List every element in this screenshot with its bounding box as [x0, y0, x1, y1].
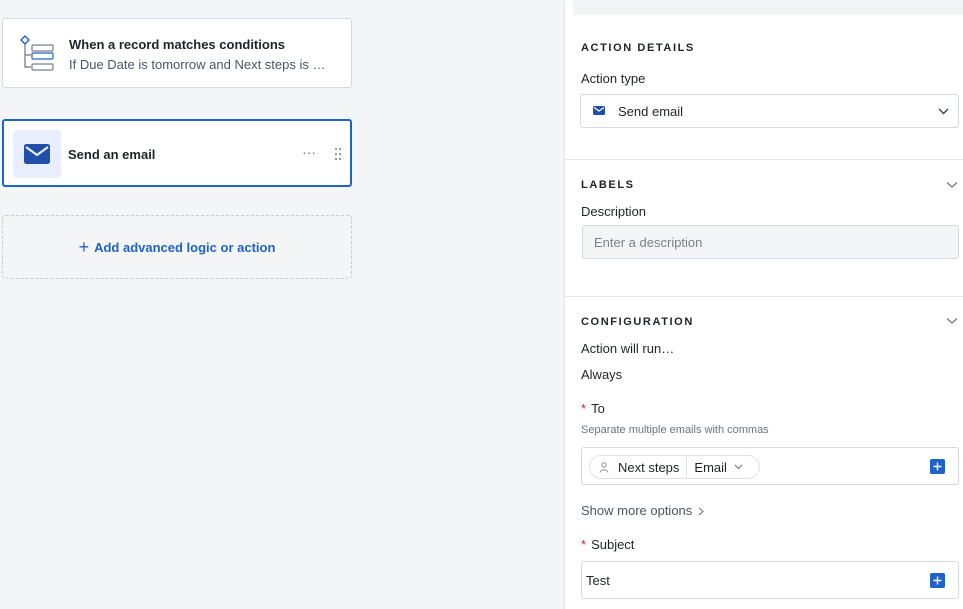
- section-title-action-details: ACTION DETAILS: [581, 42, 695, 54]
- add-logic-or-action-button[interactable]: + Add advanced logic or action: [2, 215, 352, 279]
- envelope-icon: [24, 144, 50, 164]
- chevron-right-icon: [698, 507, 705, 516]
- send-email-action-card[interactable]: Send an email ···: [2, 119, 352, 187]
- panel-header-strip: [573, 0, 963, 15]
- more-options-icon[interactable]: ···: [302, 141, 316, 163]
- section-divider: [565, 296, 963, 297]
- recipient-subfield[interactable]: Email: [694, 460, 727, 475]
- token-separator: [686, 455, 688, 479]
- insert-field-plus-icon[interactable]: [930, 459, 945, 474]
- trigger-conditions-summary: If Due Date is tomorrow and Next steps i…: [69, 57, 326, 72]
- action-run-value: Always: [581, 367, 623, 382]
- insert-field-plus-icon[interactable]: [930, 573, 945, 588]
- action-config-panel: ACTION DETAILS Action type Send email LA…: [564, 0, 963, 609]
- chevron-down-icon[interactable]: [946, 181, 958, 189]
- subject-label-text: Subject: [591, 537, 635, 552]
- subject-label: * Subject: [581, 537, 634, 552]
- recipient-field-name: Next steps: [618, 459, 680, 475]
- chevron-down-icon[interactable]: [734, 464, 743, 470]
- plus-icon: +: [78, 237, 90, 257]
- action-type-label: Action type: [581, 71, 646, 86]
- chevron-down-icon: [938, 108, 949, 115]
- to-label: * To: [581, 401, 605, 416]
- add-logic-label: Add advanced logic or action: [94, 239, 276, 255]
- to-recipients-field[interactable]: Next steps Email: [581, 447, 959, 485]
- required-marker: *: [581, 537, 587, 552]
- action-run-label: Action will run…: [581, 341, 675, 356]
- trigger-title: When a record matches conditions: [69, 37, 285, 52]
- to-label-text: To: [591, 401, 605, 416]
- description-label: Description: [581, 204, 647, 219]
- to-helper-text: Separate multiple emails with commas: [581, 424, 769, 436]
- action-type-select[interactable]: Send email: [580, 94, 959, 128]
- section-title-configuration: CONFIGURATION: [581, 316, 694, 328]
- required-marker: *: [581, 401, 587, 416]
- action-icon-container: [13, 130, 61, 178]
- chevron-down-icon[interactable]: [946, 317, 958, 325]
- envelope-icon: [593, 106, 605, 115]
- subject-field[interactable]: Test: [581, 561, 959, 599]
- section-divider: [565, 159, 963, 160]
- branch-tree-icon: [20, 35, 54, 71]
- subject-value[interactable]: Test: [586, 573, 610, 588]
- action-title: Send an email: [68, 147, 156, 162]
- action-type-value: Send email: [618, 104, 684, 119]
- section-title-labels: LABELS: [581, 179, 635, 191]
- workflow-canvas: When a record matches conditions If Due …: [0, 0, 564, 609]
- show-more-options-label: Show more options: [581, 503, 693, 518]
- person-icon: [599, 461, 609, 473]
- drag-handle-icon[interactable]: [334, 147, 342, 161]
- show-more-options-link[interactable]: Show more options: [581, 503, 705, 518]
- trigger-card[interactable]: When a record matches conditions If Due …: [2, 18, 352, 88]
- recipient-token[interactable]: Next steps Email: [589, 455, 760, 479]
- description-input[interactable]: [582, 225, 959, 259]
